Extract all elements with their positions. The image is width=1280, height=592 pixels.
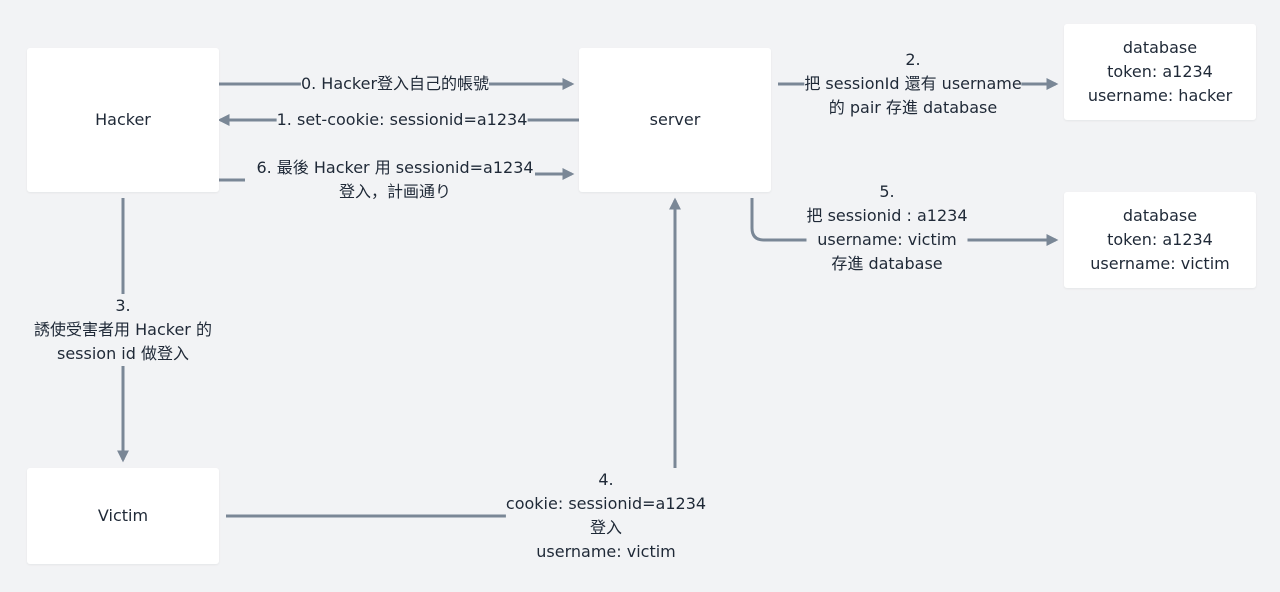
edge-label-line: 4. xyxy=(598,470,614,489)
edge-label-line: username: victim xyxy=(536,542,676,561)
database-hacker-line: token: a1234 xyxy=(1107,62,1213,81)
victim-node-label: Victim xyxy=(97,506,149,525)
database-hacker-line: database xyxy=(1122,38,1198,57)
edge-label-line: 5. xyxy=(879,182,895,201)
edge-label-step0: 0. Hacker登入自己的帳號 xyxy=(300,72,490,96)
edge-label-line: cookie: sessionid=a1234 xyxy=(505,494,707,513)
edge-label-line: 誘使受害者用 Hacker 的 xyxy=(34,320,212,339)
edge-label-step5: 5. 把 sessionid : a1234 username: victim … xyxy=(806,180,968,276)
edge-label-line: 存進 database xyxy=(831,254,943,273)
edge-label-step6: 6. 最後 Hacker 用 sessionid=a1234 登入，計画通り xyxy=(256,156,534,204)
edge-label-step1: 1. set-cookie: sessionid=a1234 xyxy=(276,108,528,132)
database-victim-line: database xyxy=(1122,206,1198,225)
database-hacker-line: username: hacker xyxy=(1087,86,1233,105)
database-victim-line: token: a1234 xyxy=(1107,230,1213,249)
edge-label-line: 0. Hacker登入自己的帳號 xyxy=(300,74,490,93)
edge-label-step4: 4. cookie: sessionid=a1234 登入 username: … xyxy=(505,468,707,564)
edge-label-line: 2. xyxy=(905,50,921,69)
edge-label-line: 登入，計画通り xyxy=(338,182,451,201)
server-node[interactable]: server xyxy=(579,48,771,192)
database-victim-node[interactable]: database token: a1234 username: victim xyxy=(1064,192,1256,288)
edge-label-line: 的 pair 存進 database xyxy=(828,98,998,117)
edge-label-line: 6. 最後 Hacker 用 sessionid=a1234 xyxy=(256,158,534,177)
database-hacker-node[interactable]: database token: a1234 username: hacker xyxy=(1064,24,1256,120)
edge-label-line: username: victim xyxy=(817,230,957,249)
edge-label-line: 把 sessionid : a1234 xyxy=(806,206,968,225)
edge-label-line: 3. xyxy=(115,296,131,315)
hacker-node-label: Hacker xyxy=(95,110,151,129)
victim-node[interactable]: Victim xyxy=(27,468,219,564)
edge-label-step3: 3. 誘使受害者用 Hacker 的 session id 做登入 xyxy=(34,294,212,366)
edge-label-step2: 2. 把 sessionId 還有 username 的 pair 存進 dat… xyxy=(804,48,1022,120)
server-node-label: server xyxy=(649,110,701,129)
edge-label-line: 登入 xyxy=(589,518,623,537)
edge-label-line: 把 sessionId 還有 username xyxy=(804,74,1022,93)
hacker-node[interactable]: Hacker xyxy=(27,48,219,192)
database-victim-line: username: victim xyxy=(1090,254,1230,273)
edge-label-line: 1. set-cookie: sessionid=a1234 xyxy=(276,110,528,129)
edge-label-line: session id 做登入 xyxy=(56,344,189,363)
flow-diagram: Hacker server Victim database token: a12… xyxy=(0,0,1280,592)
